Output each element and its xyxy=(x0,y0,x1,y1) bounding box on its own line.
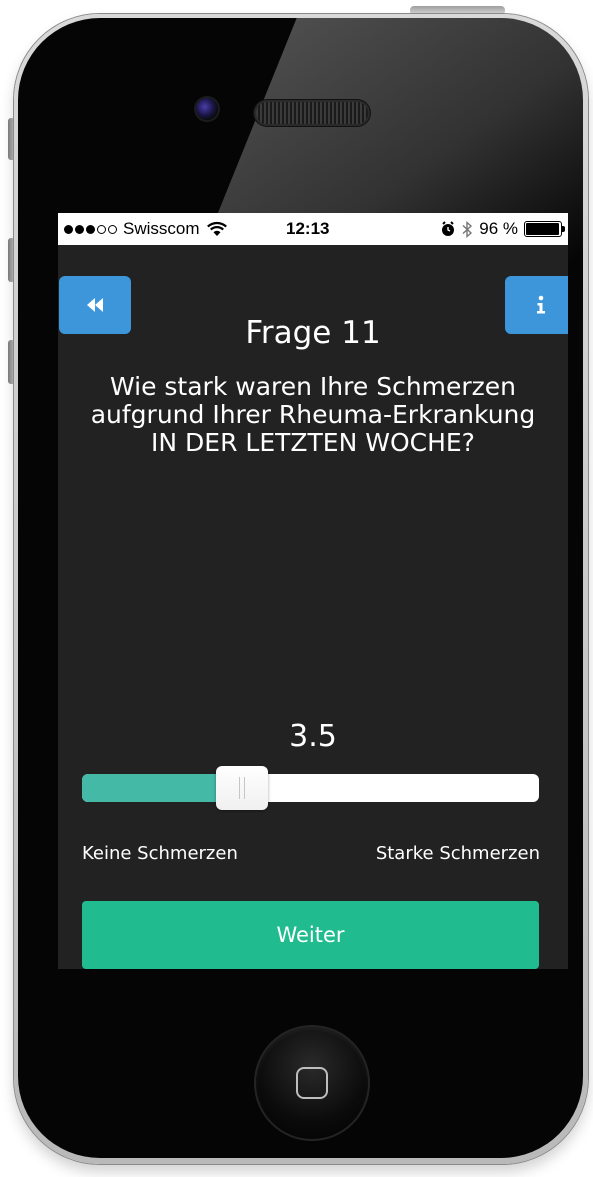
info-icon xyxy=(537,295,545,314)
signal-dot xyxy=(86,224,95,234)
next-button[interactable]: Weiter xyxy=(82,901,539,969)
status-bar: Swisscom 12:13 96 % xyxy=(58,213,568,245)
slider-min-label: Keine Schmerzen xyxy=(82,843,238,864)
signal-strength-icon xyxy=(64,224,117,234)
signal-dot xyxy=(108,224,117,234)
carrier-name: Swisscom xyxy=(123,219,200,238)
question-text: Wie stark waren Ihre Schmerzen aufgrund … xyxy=(90,372,536,457)
battery-percentage: 96 % xyxy=(479,219,518,238)
device-mockup: Swisscom 12:13 96 % Frage 11 Wie stark w… xyxy=(0,0,593,1177)
signal-dot xyxy=(97,224,106,234)
bluetooth-icon xyxy=(462,220,473,238)
slider-handle[interactable] xyxy=(215,766,268,810)
battery-tip xyxy=(562,226,565,232)
status-time: 12:13 xyxy=(286,219,330,238)
wifi-icon xyxy=(206,221,227,236)
signal-dot xyxy=(75,224,84,234)
battery-level-fill xyxy=(526,223,559,235)
grip-icon xyxy=(238,777,245,799)
status-right: 96 % xyxy=(441,219,565,239)
app-screen: Swisscom 12:13 96 % Frage 11 Wie stark w… xyxy=(58,213,568,969)
status-left: Swisscom xyxy=(64,219,228,239)
home-square-icon xyxy=(296,1067,328,1099)
pain-slider[interactable] xyxy=(82,766,539,810)
slider-max-label: Starke Schmerzen xyxy=(375,843,540,864)
signal-dot xyxy=(64,224,73,234)
home-button[interactable] xyxy=(256,1027,368,1139)
alarm-icon xyxy=(442,221,455,236)
slider-value: 3.5 xyxy=(289,719,337,754)
slider-track[interactable] xyxy=(82,774,539,802)
rewind-icon xyxy=(87,298,103,312)
question-number: Frage 11 xyxy=(245,315,381,351)
earpiece-speaker xyxy=(256,102,368,124)
battery-icon xyxy=(524,221,565,237)
front-camera-icon xyxy=(196,98,218,120)
